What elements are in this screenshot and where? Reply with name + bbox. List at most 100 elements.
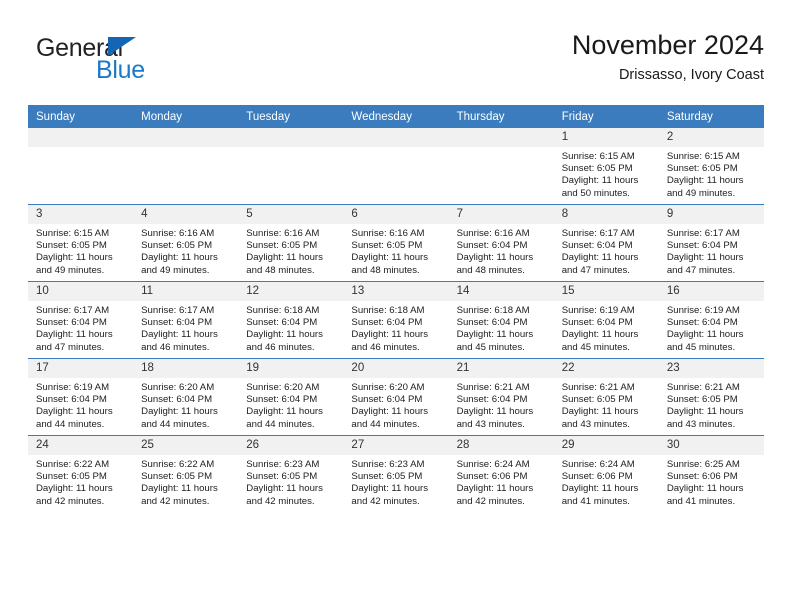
day-detail: Sunrise: 6:20 AM Sunset: 6:04 PM Daylight:… — [238, 378, 343, 431]
daylight-text-line2: and 43 minutes. — [666, 418, 736, 430]
daylight-text-line1: Daylight: 11 hours — [141, 252, 218, 264]
weekday-header-thursday: Thursday — [448, 105, 554, 128]
calendar-day-cell-empty — [343, 128, 449, 205]
day-detail: Sunrise: 6:16 AM Sunset: 6:05 PM Daylight:… — [343, 224, 448, 277]
calendar-day-cell-empty — [448, 128, 554, 205]
sunrise-text: Sunrise: 6:17 AM — [141, 305, 215, 316]
sunset-text: Sunset: 6:04 PM — [456, 240, 528, 252]
weekday-header-sunday: Sunday — [28, 105, 134, 128]
day-detail: Sunrise: 6:17 AM Sunset: 6:04 PM Daylight:… — [554, 224, 659, 277]
calendar-day-cell[interactable]: 12 Sunrise: 6:18 AM Sunset: 6:04 PM Dayligh… — [238, 281, 344, 359]
calendar-day-cell[interactable]: 21 Sunrise: 6:21 AM Sunset: 6:04 PM Dayligh… — [448, 358, 554, 436]
day-detail: Sunrise: 6:23 AM Sunset: 6:05 PM Daylight:… — [238, 455, 343, 508]
daylight-text-line2: and 47 minutes. — [561, 264, 630, 276]
calendar-day-cell[interactable]: 14 Sunrise: 6:18 AM Sunset: 6:04 PM Dayligh… — [448, 281, 554, 359]
general-blue-logo[interactable]: General Blue — [36, 34, 246, 90]
calendar-day-cell[interactable]: 28 Sunrise: 6:24 AM Sunset: 6:06 PM Dayligh… — [448, 435, 554, 512]
calendar-day-cell[interactable]: 10 Sunrise: 6:17 AM Sunset: 6:04 PM Dayligh… — [28, 281, 134, 359]
sunrise-text: Sunrise: 6:21 AM — [561, 382, 635, 393]
day-number — [133, 128, 239, 147]
daylight-text-line2: and 42 minutes. — [141, 495, 210, 507]
calendar-table: Sunday Monday Tuesday Wednesday Thursday Frid… — [28, 105, 764, 512]
weekday-header-tuesday: Tuesday — [238, 105, 344, 128]
day-detail: Sunrise: 6:23 AM Sunset: 6:05 PM Daylight:… — [343, 455, 448, 508]
calendar-day-cell[interactable]: 8 Sunrise: 6:17 AM Sunset: 6:04 PM Daylight… — [553, 204, 659, 282]
sunrise-text: Sunrise: 6:16 AM — [456, 228, 530, 239]
daylight-text-line2: and 44 minutes. — [351, 418, 420, 430]
calendar-week-row: 3 Sunrise: 6:15 AM Sunset: 6:05 PM Daylight… — [28, 204, 764, 282]
day-number: 24 — [28, 436, 134, 455]
day-detail: Sunrise: 6:25 AM Sunset: 6:06 PM Daylight:… — [659, 455, 764, 508]
day-detail: Sunrise: 6:15 AM Sunset: 6:05 PM Daylight:… — [659, 147, 764, 200]
sunset-text: Sunset: 6:04 PM — [561, 240, 633, 252]
calendar-day-cell[interactable]: 25 Sunrise: 6:22 AM Sunset: 6:05 PM Dayligh… — [133, 435, 239, 512]
calendar-day-cell[interactable]: 23 Sunrise: 6:21 AM Sunset: 6:05 PM Dayligh… — [658, 358, 764, 436]
sunrise-text: Sunrise: 6:17 AM — [561, 228, 635, 239]
daylight-text-line1: Daylight: 11 hours — [561, 175, 639, 187]
sunrise-text: Sunrise: 6:19 AM — [561, 305, 635, 316]
daylight-text-line2: and 49 minutes. — [36, 264, 105, 276]
calendar-day-cell[interactable]: 2 Sunrise: 6:15 AM Sunset: 6:05 PM Daylight… — [658, 128, 764, 205]
calendar-day-cell[interactable]: 3 Sunrise: 6:15 AM Sunset: 6:05 PM Daylight… — [28, 204, 134, 282]
page-header: General Blue November 2024 Drissasso, Iv… — [28, 28, 764, 96]
daylight-text-line1: Daylight: 11 hours — [246, 483, 323, 495]
day-detail: Sunrise: 6:17 AM Sunset: 6:04 PM Daylight:… — [28, 301, 133, 354]
calendar-day-cell[interactable]: 26 Sunrise: 6:23 AM Sunset: 6:05 PM Dayligh… — [238, 435, 344, 512]
sunrise-text: Sunrise: 6:17 AM — [36, 305, 110, 316]
day-detail: Sunrise: 6:19 AM Sunset: 6:04 PM Daylight:… — [659, 301, 764, 354]
calendar-day-cell[interactable]: 15 Sunrise: 6:19 AM Sunset: 6:04 PM Dayligh… — [553, 281, 659, 359]
calendar-day-cell[interactable]: 18 Sunrise: 6:20 AM Sunset: 6:04 PM Dayligh… — [133, 358, 239, 436]
calendar-day-cell[interactable]: 11 Sunrise: 6:17 AM Sunset: 6:04 PM Dayligh… — [133, 281, 239, 359]
daylight-text-line1: Daylight: 11 hours — [351, 252, 429, 264]
calendar-header-row: Sunday Monday Tuesday Wednesday Thursday Frid… — [28, 105, 764, 128]
day-number: 5 — [238, 205, 344, 224]
calendar-day-cell[interactable]: 5 Sunrise: 6:16 AM Sunset: 6:05 PM Daylight… — [238, 204, 344, 282]
daylight-text-line2: and 44 minutes. — [141, 418, 210, 430]
calendar-day-cell[interactable]: 1 Sunrise: 6:15 AM Sunset: 6:05 PM Daylight… — [553, 128, 659, 205]
calendar-day-cell[interactable]: 27 Sunrise: 6:23 AM Sunset: 6:05 PM Dayligh… — [343, 435, 449, 512]
sunset-text: Sunset: 6:04 PM — [141, 394, 213, 406]
calendar-day-cell[interactable]: 7 Sunrise: 6:16 AM Sunset: 6:04 PM Daylight… — [448, 204, 554, 282]
daylight-text-line2: and 46 minutes. — [246, 341, 315, 353]
daylight-text-line2: and 42 minutes. — [456, 495, 525, 507]
calendar-day-cell[interactable]: 24 Sunrise: 6:22 AM Sunset: 6:05 PM Dayligh… — [28, 435, 134, 512]
calendar-day-cell[interactable]: 22 Sunrise: 6:21 AM Sunset: 6:05 PM Dayligh… — [553, 358, 659, 436]
sunrise-text: Sunrise: 6:18 AM — [246, 305, 320, 316]
daylight-text-line2: and 48 minutes. — [246, 264, 315, 276]
calendar-day-cell[interactable]: 13 Sunrise: 6:18 AM Sunset: 6:04 PM Dayligh… — [343, 281, 449, 359]
day-detail: Sunrise: 6:19 AM Sunset: 6:04 PM Daylight:… — [554, 301, 659, 354]
calendar-day-cell[interactable]: 17 Sunrise: 6:19 AM Sunset: 6:04 PM Dayligh… — [28, 358, 134, 436]
sunrise-text: Sunrise: 6:22 AM — [36, 459, 110, 470]
calendar-day-cell[interactable]: 29 Sunrise: 6:24 AM Sunset: 6:06 PM Dayligh… — [553, 435, 659, 512]
day-number: 18 — [133, 359, 239, 378]
sunrise-text: Sunrise: 6:17 AM — [666, 228, 740, 239]
day-detail: Sunrise: 6:17 AM Sunset: 6:04 PM Daylight:… — [659, 224, 764, 277]
sunset-text: Sunset: 6:06 PM — [561, 471, 633, 483]
daylight-text-line2: and 43 minutes. — [456, 418, 525, 430]
daylight-text-line1: Daylight: 11 hours — [561, 252, 639, 264]
calendar-day-cell[interactable]: 30 Sunrise: 6:25 AM Sunset: 6:06 PM Dayligh… — [658, 435, 764, 512]
day-detail: Sunrise: 6:15 AM Sunset: 6:05 PM Daylight:… — [28, 224, 133, 277]
day-number: 30 — [658, 436, 764, 455]
sunset-text: Sunset: 6:06 PM — [456, 471, 528, 483]
daylight-text-line2: and 49 minutes. — [141, 264, 210, 276]
calendar-day-cell[interactable]: 16 Sunrise: 6:19 AM Sunset: 6:04 PM Dayligh… — [658, 281, 764, 359]
day-detail: Sunrise: 6:22 AM Sunset: 6:05 PM Daylight:… — [133, 455, 238, 508]
calendar-day-cell-empty — [238, 128, 344, 205]
calendar-day-cell[interactable]: 9 Sunrise: 6:17 AM Sunset: 6:04 PM Daylight… — [658, 204, 764, 282]
daylight-text-line2: and 45 minutes. — [456, 341, 525, 353]
sunrise-text: Sunrise: 6:19 AM — [36, 382, 110, 393]
day-number: 4 — [133, 205, 239, 224]
calendar-day-cell[interactable]: 4 Sunrise: 6:16 AM Sunset: 6:05 PM Daylight… — [133, 204, 239, 282]
calendar-day-cell-empty — [28, 128, 134, 205]
calendar-day-cell[interactable]: 20 Sunrise: 6:20 AM Sunset: 6:04 PM Dayligh… — [343, 358, 449, 436]
sunrise-text: Sunrise: 6:24 AM — [561, 459, 635, 470]
sunset-text: Sunset: 6:04 PM — [246, 394, 318, 406]
calendar-day-cell[interactable]: 19 Sunrise: 6:20 AM Sunset: 6:04 PM Dayligh… — [238, 358, 344, 436]
day-number: 22 — [553, 359, 659, 378]
calendar-day-cell[interactable]: 6 Sunrise: 6:16 AM Sunset: 6:05 PM Daylight… — [343, 204, 449, 282]
day-detail: Sunrise: 6:22 AM Sunset: 6:05 PM Daylight:… — [28, 455, 133, 508]
daylight-text-line1: Daylight: 11 hours — [246, 406, 323, 418]
daylight-text-line2: and 41 minutes. — [666, 495, 736, 507]
day-detail: Sunrise: 6:16 AM Sunset: 6:04 PM Daylight:… — [449, 224, 554, 277]
